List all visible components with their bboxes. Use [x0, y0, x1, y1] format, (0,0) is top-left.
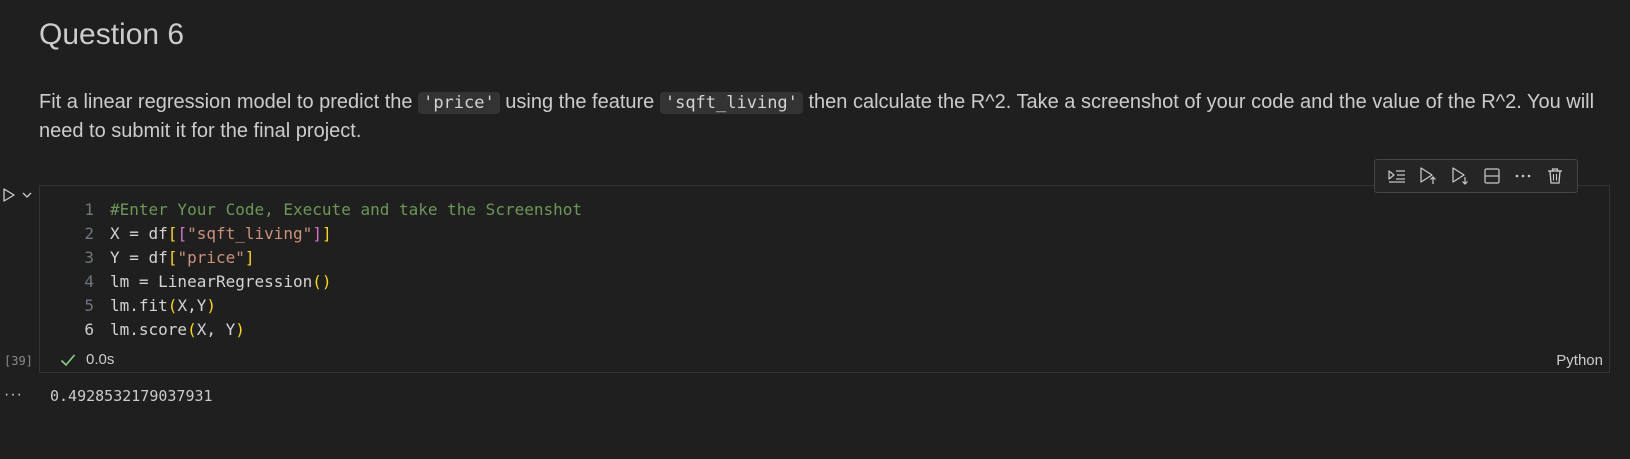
line-number: 3 [84, 248, 94, 267]
more-actions-icon [1516, 174, 1531, 178]
code-editor[interactable]: 1 #Enter Your Code, Execute and take the… [40, 198, 582, 342]
execute-below-button[interactable] [1448, 164, 1472, 188]
code-line: 4 lm = LinearRegression() [40, 270, 582, 294]
code-comment: #Enter Your Code, Execute and take the S… [110, 200, 583, 219]
more-actions-button[interactable] [1511, 164, 1535, 188]
code-line: 3 Y = df["price"] [40, 246, 582, 270]
question-description: Fit a linear regression model to predict… [39, 88, 1619, 145]
run-options-dropdown[interactable] [20, 188, 34, 202]
check-icon [60, 353, 76, 366]
run-by-line-button[interactable] [1385, 164, 1409, 188]
code-text: Y = df["price"] [110, 248, 255, 267]
execution-status: 0.0s [60, 351, 114, 368]
description-text-1: Fit a linear regression model to predict… [39, 91, 419, 113]
line-number: 6 [84, 320, 94, 339]
line-number: 4 [84, 272, 94, 291]
delete-cell-button[interactable] [1543, 164, 1567, 188]
execution-count: [39] [4, 354, 33, 368]
code-line: 2 X = df[["sqft_living"]] [40, 222, 582, 246]
line-number: 2 [84, 224, 94, 243]
cell-language-picker[interactable]: Python [1556, 352, 1603, 369]
line-number: 1 [84, 200, 94, 219]
code-line: 5 lm.fit(X,Y) [40, 294, 582, 318]
code-text: lm.fit(X,Y) [110, 296, 216, 315]
code-text: lm.score(X, Y) [110, 320, 245, 339]
split-cell-button[interactable] [1480, 164, 1504, 188]
run-by-line-icon [1388, 170, 1405, 183]
code-line: 6 lm.score(X, Y) [40, 318, 582, 342]
execution-time: 0.0s [86, 351, 115, 368]
code-cell[interactable]: 1 #Enter Your Code, Execute and take the… [39, 185, 1610, 373]
line-number: 5 [84, 296, 94, 315]
code-text: X = df[["sqft_living"]] [110, 224, 332, 243]
execute-above-button[interactable] [1416, 164, 1440, 188]
split-cell-icon [1484, 168, 1500, 184]
inline-code-price: 'price' [418, 92, 500, 114]
play-icon [3, 188, 15, 202]
output-more-button[interactable]: ··· [4, 386, 23, 404]
run-cell-controls [0, 186, 34, 204]
run-cell-button[interactable] [0, 186, 18, 204]
chevron-down-icon [22, 192, 32, 198]
description-text-2: using the feature [499, 91, 660, 113]
cell-toolbar [1374, 159, 1578, 193]
execute-below-icon [1452, 167, 1469, 185]
code-text: lm = LinearRegression() [110, 272, 332, 291]
code-line: 1 #Enter Your Code, Execute and take the… [40, 198, 582, 222]
question-heading: Question 6 [39, 18, 185, 51]
cell-output: 0.4928532179037931 [50, 387, 213, 405]
execute-above-icon [1420, 167, 1437, 184]
delete-icon [1548, 168, 1563, 184]
inline-code-sqft-living: 'sqft_living' [659, 92, 803, 114]
notebook-page: Question 6 Fit a linear regression model… [0, 0, 1630, 459]
